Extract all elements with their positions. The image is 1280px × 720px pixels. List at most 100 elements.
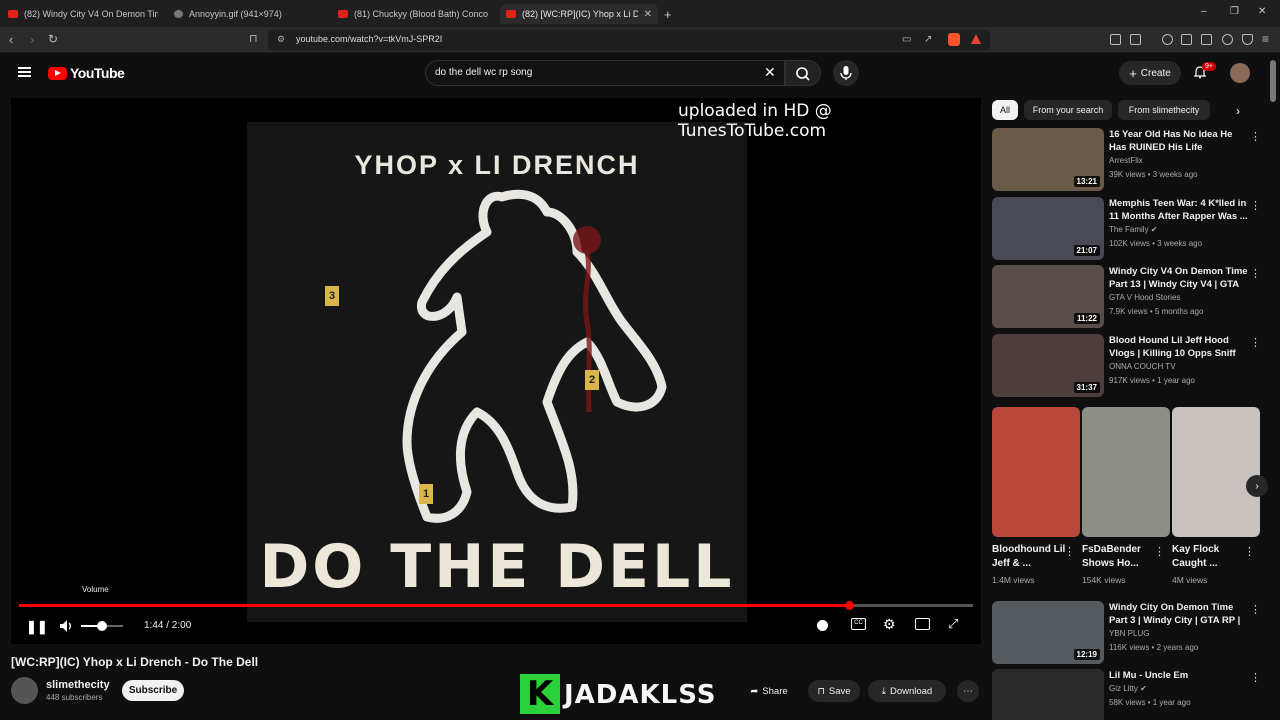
video-thumbnail[interactable]: 31:37 xyxy=(992,334,1104,397)
related-video-channel[interactable]: GTA V Hood Stories xyxy=(1109,293,1180,302)
bookmark-icon[interactable]: ⊓ xyxy=(249,32,258,45)
media-icon[interactable] xyxy=(1162,34,1173,45)
account-avatar[interactable] xyxy=(1230,63,1250,83)
hamburger-menu-icon[interactable] xyxy=(18,67,31,77)
scrollbar-thumb[interactable] xyxy=(1270,60,1276,102)
clear-search-icon[interactable]: ✕ xyxy=(764,64,776,81)
brave-rewards-icon[interactable] xyxy=(971,34,981,44)
channel-avatar[interactable] xyxy=(11,677,38,704)
scrubber-handle[interactable] xyxy=(844,601,854,610)
related-video-channel[interactable]: YBN PLUG xyxy=(1109,629,1149,638)
subscribe-button[interactable]: Subscribe xyxy=(122,680,184,701)
maximize-icon[interactable]: ❐ xyxy=(1230,6,1239,17)
video-options-icon[interactable]: ⋮ xyxy=(1250,603,1261,616)
short-title[interactable]: FsDaBender Shows Ho... xyxy=(1082,543,1156,571)
related-video[interactable]: 21:07 Memphis Teen War: 4 K*lled in 11 M… xyxy=(992,197,1262,261)
share-page-icon[interactable]: ↗ xyxy=(924,34,932,45)
save-button[interactable]: ⊓ Save xyxy=(808,680,860,702)
close-tab-icon[interactable]: ✕ xyxy=(644,9,652,20)
volume-slider[interactable] xyxy=(81,621,123,631)
video-thumbnail[interactable]: 12:19 xyxy=(992,601,1104,664)
pause-icon[interactable]: ❚❚ xyxy=(26,619,48,635)
short-item[interactable]: Kay Flock Caught ... 4M views ⋮ xyxy=(1172,407,1260,589)
search-button[interactable] xyxy=(785,60,821,86)
search-input[interactable] xyxy=(435,67,735,78)
short-item[interactable]: Bloodhound Lil Jeff & ... 1.4M views ⋮ xyxy=(992,407,1080,589)
video-options-icon[interactable]: ⋮ xyxy=(1250,130,1261,143)
brave-shield-icon[interactable] xyxy=(948,33,960,46)
related-video[interactable]: 11:22 Windy City V4 On Demon Time Part 1… xyxy=(992,265,1262,329)
chip-from-your-search[interactable]: From your search xyxy=(1024,100,1112,120)
related-video-title[interactable]: Windy City On Demon Time Part 3 | Windy … xyxy=(1109,601,1249,627)
chip-all[interactable]: All xyxy=(992,100,1018,120)
related-video[interactable]: 12:19 Windy City On Demon Time Part 3 | … xyxy=(992,601,1262,665)
shorts-next-icon[interactable]: › xyxy=(1246,475,1268,497)
browser-menu-icon[interactable]: ≡ xyxy=(1262,32,1269,46)
chip-from-channel[interactable]: From slimethecity xyxy=(1118,100,1210,120)
video-options-icon[interactable]: ⋮ xyxy=(1250,199,1261,212)
volume-knob[interactable] xyxy=(97,621,107,631)
share-button[interactable]: ➦ Share xyxy=(740,680,798,702)
reload-icon[interactable]: ↻ xyxy=(48,32,58,46)
related-video-title[interactable]: 16 Year Old Has No Idea He Has RUINED Hi… xyxy=(1109,128,1249,154)
theater-mode-icon[interactable] xyxy=(915,618,930,630)
related-video-title[interactable]: Lil Mu - Uncle Em xyxy=(1109,669,1249,682)
video-thumbnail[interactable] xyxy=(992,669,1104,720)
short-thumbnail[interactable] xyxy=(992,407,1080,537)
download-button[interactable]: ⤓ Download xyxy=(868,680,946,702)
more-actions-icon[interactable]: ⋯ xyxy=(957,680,979,702)
video-options-icon[interactable]: ⋮ xyxy=(1250,267,1261,280)
extension-icon[interactable] xyxy=(1130,34,1141,45)
back-icon[interactable]: ‹ xyxy=(9,32,13,47)
vpn-icon[interactable] xyxy=(1242,34,1253,45)
related-video-channel[interactable]: ArrestFlix xyxy=(1109,156,1143,165)
voice-search-button[interactable] xyxy=(833,60,859,86)
short-options-icon[interactable]: ⋮ xyxy=(1244,545,1255,558)
progress-bar[interactable] xyxy=(19,601,973,610)
browser-tab-active[interactable]: (82) [WC:RP](IC) Yhop x Li Dre ✕ xyxy=(500,4,658,24)
chips-next-icon[interactable]: › xyxy=(1236,104,1240,118)
video-thumbnail[interactable]: 21:07 xyxy=(992,197,1104,260)
short-item[interactable]: FsDaBender Shows Ho... 154K views ⋮ xyxy=(1082,407,1170,589)
video-player[interactable]: YHOP x LI DRENCH 3 2 1 DO THE DELL uploa… xyxy=(11,98,981,644)
related-video[interactable]: Lil Mu - Uncle Em Giz Litty ✔ 58K views … xyxy=(992,669,1262,720)
autoplay-toggle-icon[interactable] xyxy=(817,620,828,631)
url-field[interactable]: ⚙ youtube.com/watch?v=tkVmJ-SPR2I ▭ ↗ xyxy=(268,30,990,50)
short-title[interactable]: Bloodhound Lil Jeff & ... xyxy=(992,543,1066,571)
minimize-icon[interactable]: – xyxy=(1201,6,1207,17)
related-video-channel[interactable]: The Family ✔ xyxy=(1109,225,1158,234)
settings-gear-icon[interactable]: ⚙ xyxy=(883,616,896,633)
video-thumbnail[interactable]: 13:21 xyxy=(992,128,1104,191)
close-window-icon[interactable]: ✕ xyxy=(1258,6,1266,17)
video-options-icon[interactable]: ⋮ xyxy=(1250,336,1261,349)
related-video-title[interactable]: Blood Hound Lil Jeff Hood Vlogs | Killin… xyxy=(1109,334,1249,360)
short-thumbnail[interactable] xyxy=(1172,407,1260,537)
related-video-title[interactable]: Memphis Teen War: 4 K*lled in 11 Months … xyxy=(1109,197,1249,223)
new-tab-button[interactable]: + xyxy=(664,4,678,24)
sidebar-toggle-icon[interactable] xyxy=(1181,34,1192,45)
browser-tab[interactable]: (81) Chuckyy (Blood Bath) Concordi xyxy=(338,4,488,24)
related-video-channel[interactable]: ONNA COUCH TV xyxy=(1109,362,1176,371)
site-info-icon[interactable]: ⚙ xyxy=(277,34,285,45)
forward-icon[interactable]: › xyxy=(30,32,34,47)
wallet-icon[interactable] xyxy=(1201,34,1212,45)
related-video-channel[interactable]: Giz Litty ✔ xyxy=(1109,684,1147,693)
short-options-icon[interactable]: ⋮ xyxy=(1154,545,1165,558)
youtube-logo[interactable]: YouTube xyxy=(48,65,125,81)
channel-name[interactable]: slimethecity xyxy=(46,679,110,691)
search-box[interactable] xyxy=(425,60,785,86)
browser-tab[interactable]: (82) Windy City V4 On Demon Time P xyxy=(8,4,158,24)
page-scrollbar[interactable] xyxy=(1270,60,1276,715)
extension-icon[interactable] xyxy=(1110,34,1121,45)
video-options-icon[interactable]: ⋮ xyxy=(1250,671,1261,684)
short-title[interactable]: Kay Flock Caught ... xyxy=(1172,543,1246,571)
volume-icon[interactable] xyxy=(59,619,75,633)
browser-tab[interactable]: Annoyyin.gif (941×974) xyxy=(174,4,324,24)
cast-icon[interactable]: ▭ xyxy=(902,34,911,45)
create-button[interactable]: + Create xyxy=(1119,61,1181,85)
leo-icon[interactable] xyxy=(1222,34,1233,45)
short-options-icon[interactable]: ⋮ xyxy=(1064,545,1075,558)
video-thumbnail[interactable]: 11:22 xyxy=(992,265,1104,328)
related-video[interactable]: 31:37 Blood Hound Lil Jeff Hood Vlogs | … xyxy=(992,334,1262,398)
related-video[interactable]: 13:21 16 Year Old Has No Idea He Has RUI… xyxy=(992,128,1262,192)
